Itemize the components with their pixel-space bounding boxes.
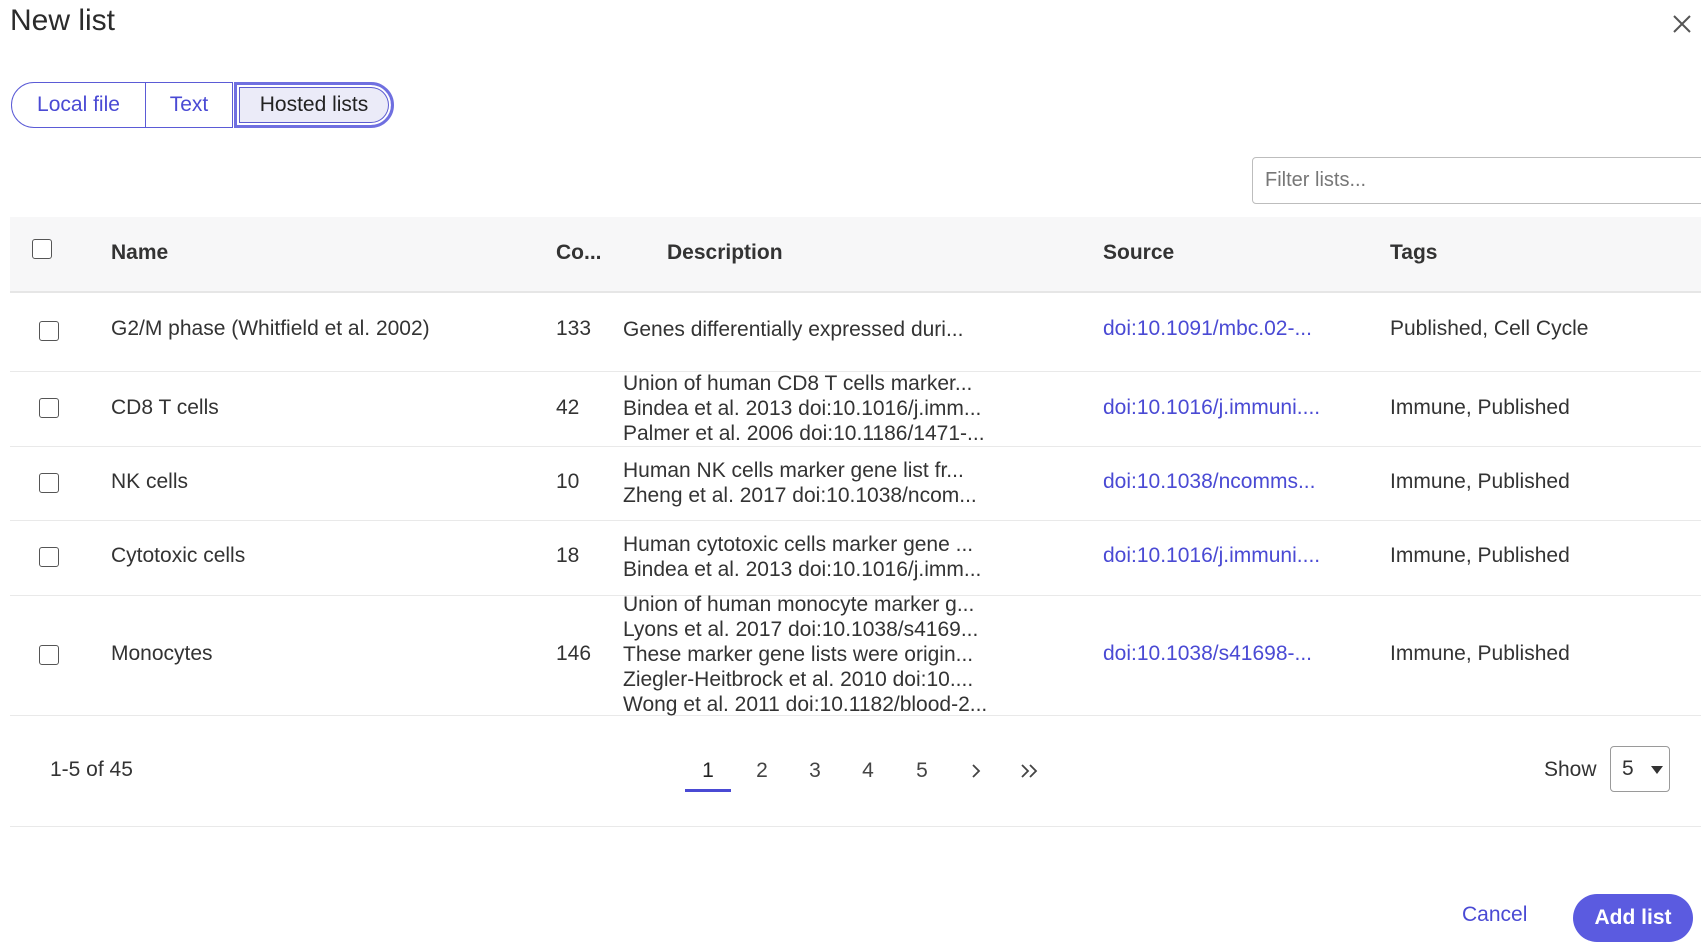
row-checkbox[interactable] bbox=[39, 473, 59, 493]
page-1[interactable]: 1 bbox=[685, 753, 731, 792]
add-list-button[interactable]: Add list bbox=[1573, 894, 1693, 942]
row-source-link[interactable]: doi:10.1016/j.immuni.... bbox=[1103, 544, 1320, 568]
pagination-bar: 1-5 of 45 1 2 3 4 5 Show 5 bbox=[10, 715, 1701, 827]
row-count: 42 bbox=[556, 396, 580, 419]
row-checkbox[interactable] bbox=[39, 547, 59, 567]
row-checkbox[interactable] bbox=[39, 321, 59, 341]
row-count: 10 bbox=[556, 470, 580, 493]
row-description: Union of human monocyte marker g... Lyon… bbox=[623, 593, 988, 716]
page-5[interactable]: 5 bbox=[899, 753, 945, 789]
row-name: CD8 T cells bbox=[111, 396, 219, 419]
show-label: Show bbox=[1544, 758, 1597, 781]
pagination-range: 1-5 of 45 bbox=[50, 758, 133, 781]
row-tags: Immune, Published bbox=[1390, 470, 1570, 493]
row-count: 133 bbox=[556, 317, 592, 340]
source-tabs: Local file Text Hosted lists bbox=[11, 82, 394, 130]
row-count: 18 bbox=[556, 544, 580, 567]
page-4[interactable]: 4 bbox=[845, 753, 891, 789]
row-source-link[interactable]: doi:10.1091/mbc.02-... bbox=[1103, 317, 1312, 341]
tab-hosted-lists[interactable]: Hosted lists bbox=[234, 82, 394, 128]
table-row[interactable]: CD8 T cells 42 Union of human CD8 T cell… bbox=[10, 371, 1701, 447]
row-description: Human NK cells marker gene list fr... Zh… bbox=[623, 459, 977, 507]
dialog-title: New list bbox=[10, 4, 116, 37]
row-description: Union of human CD8 T cells marker... Bin… bbox=[623, 372, 985, 445]
table-row[interactable]: NK cells 10 Human NK cells marker gene l… bbox=[10, 446, 1701, 521]
close-icon[interactable] bbox=[1668, 10, 1696, 38]
row-tags: Immune, Published bbox=[1390, 642, 1570, 665]
header-name[interactable]: Name bbox=[111, 241, 168, 265]
row-name: NK cells bbox=[111, 470, 189, 493]
row-checkbox[interactable] bbox=[39, 398, 59, 418]
header-source[interactable]: Source bbox=[1103, 241, 1174, 265]
header-description[interactable]: Description bbox=[667, 241, 783, 265]
row-source-link[interactable]: doi:10.1016/j.immuni.... bbox=[1103, 396, 1320, 420]
tab-local-file[interactable]: Local file bbox=[11, 82, 146, 128]
page-3[interactable]: 3 bbox=[792, 753, 838, 789]
row-checkbox[interactable] bbox=[39, 645, 59, 665]
filter-lists-input[interactable] bbox=[1252, 157, 1701, 204]
table-row[interactable]: Monocytes 146 Union of human monocyte ma… bbox=[10, 593, 1701, 716]
header-tags[interactable]: Tags bbox=[1390, 241, 1437, 265]
select-all-checkbox[interactable] bbox=[32, 239, 52, 259]
row-name: G2/M phase (Whitfield et al. 2002) bbox=[111, 317, 430, 340]
row-source-link[interactable]: doi:10.1038/ncomms... bbox=[1103, 470, 1315, 494]
row-source-link[interactable]: doi:10.1038/s41698-... bbox=[1103, 642, 1312, 666]
row-count: 146 bbox=[556, 642, 592, 665]
table-row[interactable]: Cytotoxic cells 18 Human cytotoxic cells… bbox=[10, 520, 1701, 596]
row-description: Human cytotoxic cells marker gene ... Bi… bbox=[623, 533, 982, 581]
table-row[interactable]: G2/M phase (Whitfield et al. 2002) 133 G… bbox=[10, 293, 1701, 372]
row-tags: Published, Cell Cycle bbox=[1390, 317, 1589, 340]
page-size-value: 5 bbox=[1622, 757, 1634, 780]
cancel-button[interactable]: Cancel bbox=[1462, 903, 1527, 927]
row-name: Cytotoxic cells bbox=[111, 544, 246, 567]
double-chevron-right-icon[interactable] bbox=[1007, 753, 1053, 789]
header-count[interactable]: Co... bbox=[556, 241, 602, 265]
table-header: Name Co... Description Source Tags bbox=[10, 217, 1701, 293]
tab-text[interactable]: Text bbox=[146, 82, 233, 128]
page-2[interactable]: 2 bbox=[739, 753, 785, 789]
row-tags: Immune, Published bbox=[1390, 544, 1570, 567]
chevron-right-icon[interactable] bbox=[953, 753, 999, 789]
caret-down-icon bbox=[1651, 766, 1663, 774]
row-name: Monocytes bbox=[111, 642, 213, 665]
row-description: Genes differentially expressed duri... bbox=[623, 318, 964, 341]
page-size-select[interactable]: 5 bbox=[1610, 746, 1670, 792]
row-tags: Immune, Published bbox=[1390, 396, 1570, 419]
